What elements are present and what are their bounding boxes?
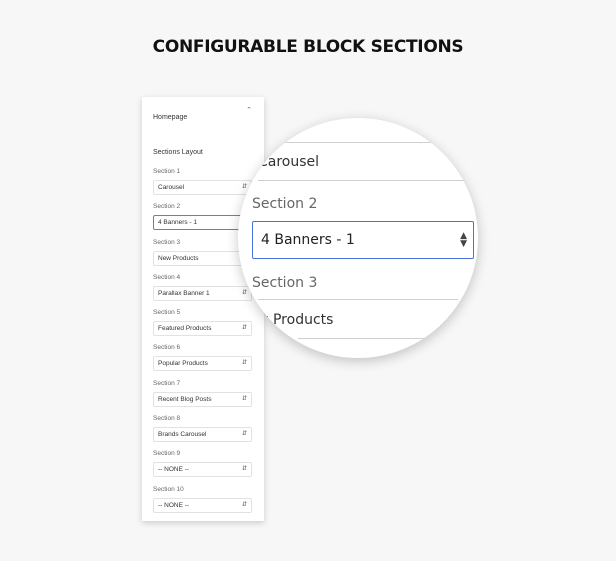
magnified-section3-label: Section 3: [252, 275, 318, 291]
section-label: Section 10: [153, 485, 184, 493]
section-select[interactable]: -- NONE -- ⇵: [153, 462, 252, 478]
section-field: Section 7 Recent Blog Posts ⇵: [153, 380, 254, 415]
section-field: Section 6 Popular Products ⇵: [153, 344, 254, 379]
section-label: Section 7: [153, 379, 181, 387]
section-label: Section 4: [153, 273, 181, 281]
section-field: Section 4 Parallax Banner 1 ⇵: [153, 274, 254, 309]
section-field: Section 9 -- NONE -- ⇵: [153, 450, 254, 485]
sort-arrows-icon: ⇵: [241, 289, 247, 296]
select-value: -- NONE --: [158, 466, 190, 474]
select-value: Parallax Banner 1: [158, 289, 210, 297]
magnified-section2-label: Section 2: [252, 196, 318, 212]
divider: [260, 142, 460, 143]
section-select[interactable]: -- NONE -- ⇵: [153, 497, 252, 513]
section-select[interactable]: New Products⇵: [153, 250, 252, 266]
section-label: Section 6: [153, 344, 181, 352]
section-field: Section 10 -- NONE -- ⇵: [153, 486, 254, 521]
homepage-accordion-header[interactable]: Homepage ⌃: [153, 106, 254, 121]
section-label: Section 8: [153, 415, 181, 423]
section-select[interactable]: Carousel ⇵: [153, 180, 252, 195]
magnified-section3-value: New Products: [238, 312, 334, 328]
section-label: Section 3: [153, 238, 181, 246]
section-select[interactable]: 4 Banners - 1⇵: [153, 215, 252, 231]
select-value: 4 Banners - 1: [158, 219, 198, 227]
section-label: Section 1: [153, 168, 181, 175]
divider: [298, 338, 428, 339]
sort-arrows-icon: ⇵: [241, 466, 247, 473]
section-label: Section 9: [153, 450, 181, 458]
select-value: New Products: [158, 254, 199, 262]
magnified-section2-select[interactable]: 4 Banners - 1 ▲ ▼: [252, 221, 474, 259]
section-label: Section 2: [153, 203, 181, 211]
select-value: -- NONE --: [158, 501, 190, 509]
section-select[interactable]: Popular Products ⇵: [153, 356, 252, 372]
sections-layout-label: Sections Layout: [153, 149, 203, 156]
chevron-up-icon[interactable]: ⌃: [246, 106, 252, 114]
divider: [258, 180, 468, 181]
section-label: Section 5: [153, 309, 181, 317]
magnified-section1-value: Carousel: [258, 154, 320, 170]
select-value: Featured Products: [158, 325, 212, 333]
sort-arrows-icon: ⇵: [241, 431, 247, 438]
settings-panel: Homepage ⌃ Sections Layout Section 1 Caro…: [142, 97, 264, 521]
select-value: Carousel: [158, 184, 185, 191]
section-field: Section 1 Carousel ⇵: [153, 168, 254, 203]
sort-arrows-icon: ▲ ▼: [460, 231, 467, 249]
select-value: 4 Banners - 1: [261, 232, 355, 248]
accordion-title: Homepage: [153, 114, 188, 121]
divider: [258, 299, 458, 300]
sort-arrows-icon: ⇵: [241, 360, 247, 367]
select-value: Recent Blog Posts: [158, 395, 212, 403]
sort-arrows-icon: ⇵: [241, 395, 247, 402]
page-title: CONFIGURABLE BLOCK SECTIONS: [152, 37, 464, 57]
section-select[interactable]: Brands Carousel ⇵: [153, 427, 252, 443]
section-select[interactable]: Parallax Banner 1 ⇵: [153, 285, 252, 301]
select-value: Popular Products: [158, 360, 208, 368]
zoom-magnifier: Carousel Section 2 4 Banners - 1 ▲ ▼ Sect…: [238, 118, 478, 358]
section-field: Section 8 Brands Carousel ⇵: [153, 415, 254, 450]
sort-arrows-icon: ⇵: [241, 501, 247, 508]
select-value: Brands Carousel: [158, 431, 207, 439]
section-select[interactable]: Recent Blog Posts ⇵: [153, 391, 252, 407]
